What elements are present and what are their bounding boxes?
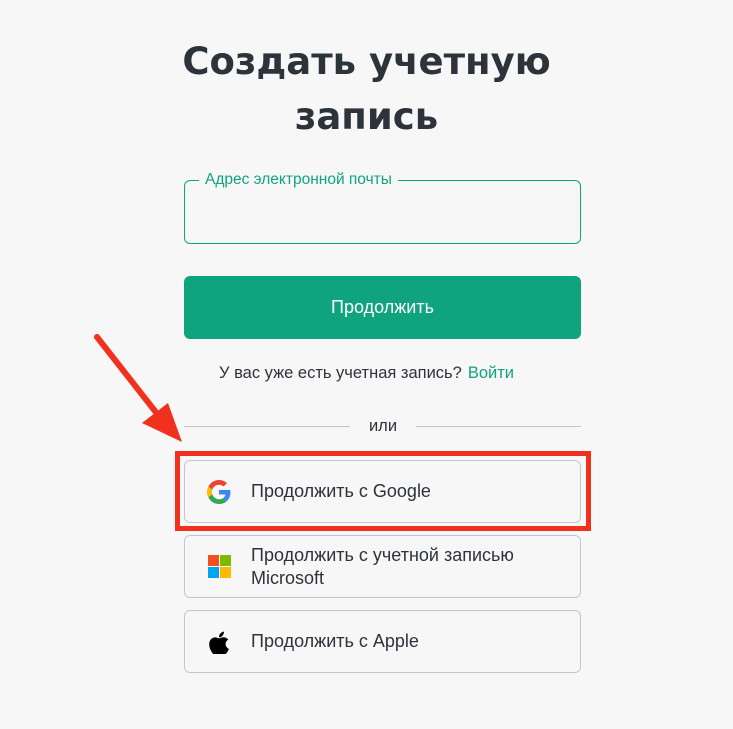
apple-button-label: Продолжить с Apple	[251, 631, 419, 651]
microsoft-button-label-line-2: Microsoft	[251, 567, 325, 588]
microsoft-logo-icon	[207, 555, 231, 579]
page-title: Создать учетную запись	[0, 34, 733, 144]
page-title-line-1: Создать учетную	[182, 40, 551, 83]
microsoft-button-label-line-1: Продолжить с учетной записью	[251, 544, 514, 565]
google-logo-icon	[207, 479, 231, 504]
divider-line-right	[416, 426, 581, 427]
continue-with-microsoft-button[interactable]: Продолжить с учетной записью Microsoft	[184, 535, 581, 598]
apple-logo-icon	[207, 630, 231, 654]
login-prompt-row: У вас уже есть учетная запись? Войти	[0, 362, 733, 384]
page-title-line-2: запись	[294, 95, 439, 138]
microsoft-button-label: Продолжить с учетной записью Microsoft	[251, 544, 560, 590]
email-field-label: Адрес электронной почты	[199, 170, 398, 190]
login-link[interactable]: Войти	[468, 364, 514, 382]
email-field[interactable]: Адрес электронной почты	[184, 170, 581, 244]
login-prompt-text: У вас уже есть учетная запись?	[219, 364, 462, 382]
divider-line-left	[184, 426, 350, 427]
continue-with-apple-button[interactable]: Продолжить с Apple	[184, 610, 581, 673]
google-button-label: Продолжить с Google	[251, 481, 431, 501]
divider-label: или	[368, 417, 398, 435]
email-input[interactable]	[199, 203, 566, 231]
continue-with-google-button[interactable]: Продолжить с Google	[184, 460, 581, 523]
continue-button[interactable]: Продолжить	[184, 276, 581, 339]
